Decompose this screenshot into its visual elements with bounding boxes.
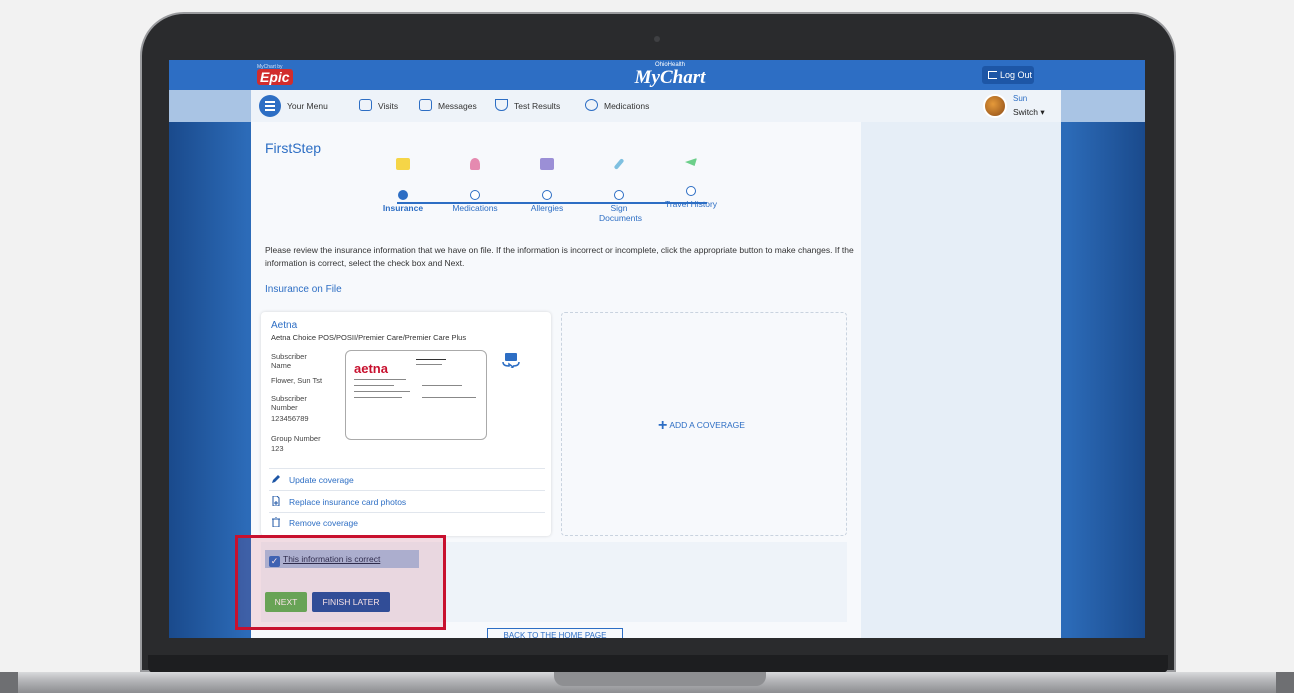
step-allergies[interactable]: Allergies [507,158,587,213]
step-label: Allergies [530,203,564,213]
airplane-icon [685,158,697,166]
card-divider [269,468,545,469]
flask-icon [495,99,508,111]
nav-test-results-label: Test Results [514,101,561,111]
section-title: Insurance on File [265,284,342,295]
nav-messages[interactable]: Messages [419,90,477,122]
update-coverage-link[interactable]: Update coverage [271,470,541,490]
group-number-label: Group Number [271,434,321,443]
subscriber-number-value: 123456789 [271,414,309,423]
add-coverage-label: ADD A COVERAGE [669,420,745,430]
payer-name: Aetna [271,320,298,331]
back-home-button[interactable]: BACK TO THE HOME PAGE [487,628,623,638]
instructions-text: Please review the insurance information … [265,245,854,268]
subscriber-name-label: Subscriber Name [271,352,307,370]
nav-bar: Your Menu Visits Messages Test Results M… [169,90,1145,122]
step-insurance[interactable]: Insurance [363,158,443,213]
camera-dot [654,36,660,42]
step-dot [542,190,552,200]
epic-logo: MyChart by Epic [257,64,301,86]
subscriber-name-value: Flower, Sun Tst [271,376,323,385]
nav-medications[interactable]: Medications [585,90,649,122]
card-line [354,385,394,386]
right-sidebar [861,122,1061,638]
card-line [422,397,476,398]
insurance-card-image[interactable]: aetna [345,350,487,440]
envelope-icon [419,99,432,111]
nav-medications-label: Medications [604,101,650,111]
avatar [983,94,1007,118]
remove-coverage-link[interactable]: Remove coverage [271,513,541,533]
plus-icon: + [658,417,668,434]
plan-name: Aetna Choice POS/POSII/Premier Care/Prem… [271,333,467,342]
top-bar: MyChart by Epic OhioHealth MyChart Log O… [169,60,1145,90]
add-coverage-panel[interactable]: + ADD A COVERAGE [561,312,847,536]
update-coverage-label: Update coverage [289,475,354,485]
nav-visits[interactable]: Visits [359,90,398,122]
step-label: Travel History [664,199,718,209]
highlight-box [235,535,446,630]
switch-dropdown[interactable]: Switch ▾ [1013,107,1045,118]
nav-test-results[interactable]: Test Results [495,90,560,122]
brand-title: MyChart [634,67,706,88]
laptop-notch [554,672,766,686]
laptop-base-edge [0,672,18,693]
page-title: FirstStep [265,140,322,156]
step-dot [398,190,408,200]
step-dot [686,186,696,196]
step-label: Medications [452,203,498,213]
logout-label: Log Out [1000,70,1033,80]
group-number-value: 123 [271,444,284,453]
laptop-base-edge [1276,672,1294,693]
nav-bar-inner: Your Menu Visits Messages Test Results M… [251,90,1061,122]
document-add-icon [272,496,280,506]
nav-messages-label: Messages [438,101,477,111]
card-line [354,379,406,380]
step-travel-history[interactable]: Travel History [651,158,731,209]
card-line [422,385,462,386]
pen-icon [613,158,625,170]
step-label: Insurance [382,203,424,213]
card-line [416,359,446,360]
step-dot [470,190,480,200]
laptop-hinge [148,655,1168,673]
card-line [416,364,442,365]
flip-card-icon[interactable] [501,352,521,368]
insurance-card-icon [396,158,410,170]
pills-icon [585,99,598,111]
step-dot [614,190,624,200]
user-name: Sun [1013,94,1028,103]
logout-button[interactable]: Log Out [982,66,1034,84]
replace-photos-link[interactable]: Replace insurance card photos [271,492,541,512]
trash-icon [272,517,280,527]
allergy-icon [540,158,554,170]
card-divider [269,490,545,491]
coverage-card: Aetna Aetna Choice POS/POSII/Premier Car… [261,312,551,536]
your-menu-link[interactable]: Your Menu [287,90,328,122]
step-medications[interactable]: Medications [435,158,515,213]
logout-icon [988,71,997,79]
remove-coverage-label: Remove coverage [289,518,358,528]
mychart-brand: OhioHealth MyChart [615,62,725,88]
menu-icon[interactable] [259,95,281,117]
step-sign-documents[interactable]: Sign Documents [579,158,659,223]
pill-icon [470,158,480,170]
pencil-icon [272,475,280,483]
step-label: Sign Documents [599,203,642,223]
add-coverage-button[interactable]: + ADD A COVERAGE [658,417,745,435]
nav-visits-label: Visits [378,101,399,111]
calendar-icon [359,99,372,111]
user-switcher[interactable]: Sun Switch ▾ [979,92,1059,120]
epic-wordmark: Epic [257,69,293,85]
aetna-logo: aetna [354,361,388,376]
card-line [354,391,410,392]
card-line [354,397,402,398]
replace-photos-label: Replace insurance card photos [289,497,407,507]
subscriber-number-label: Subscriber Number [271,394,307,412]
